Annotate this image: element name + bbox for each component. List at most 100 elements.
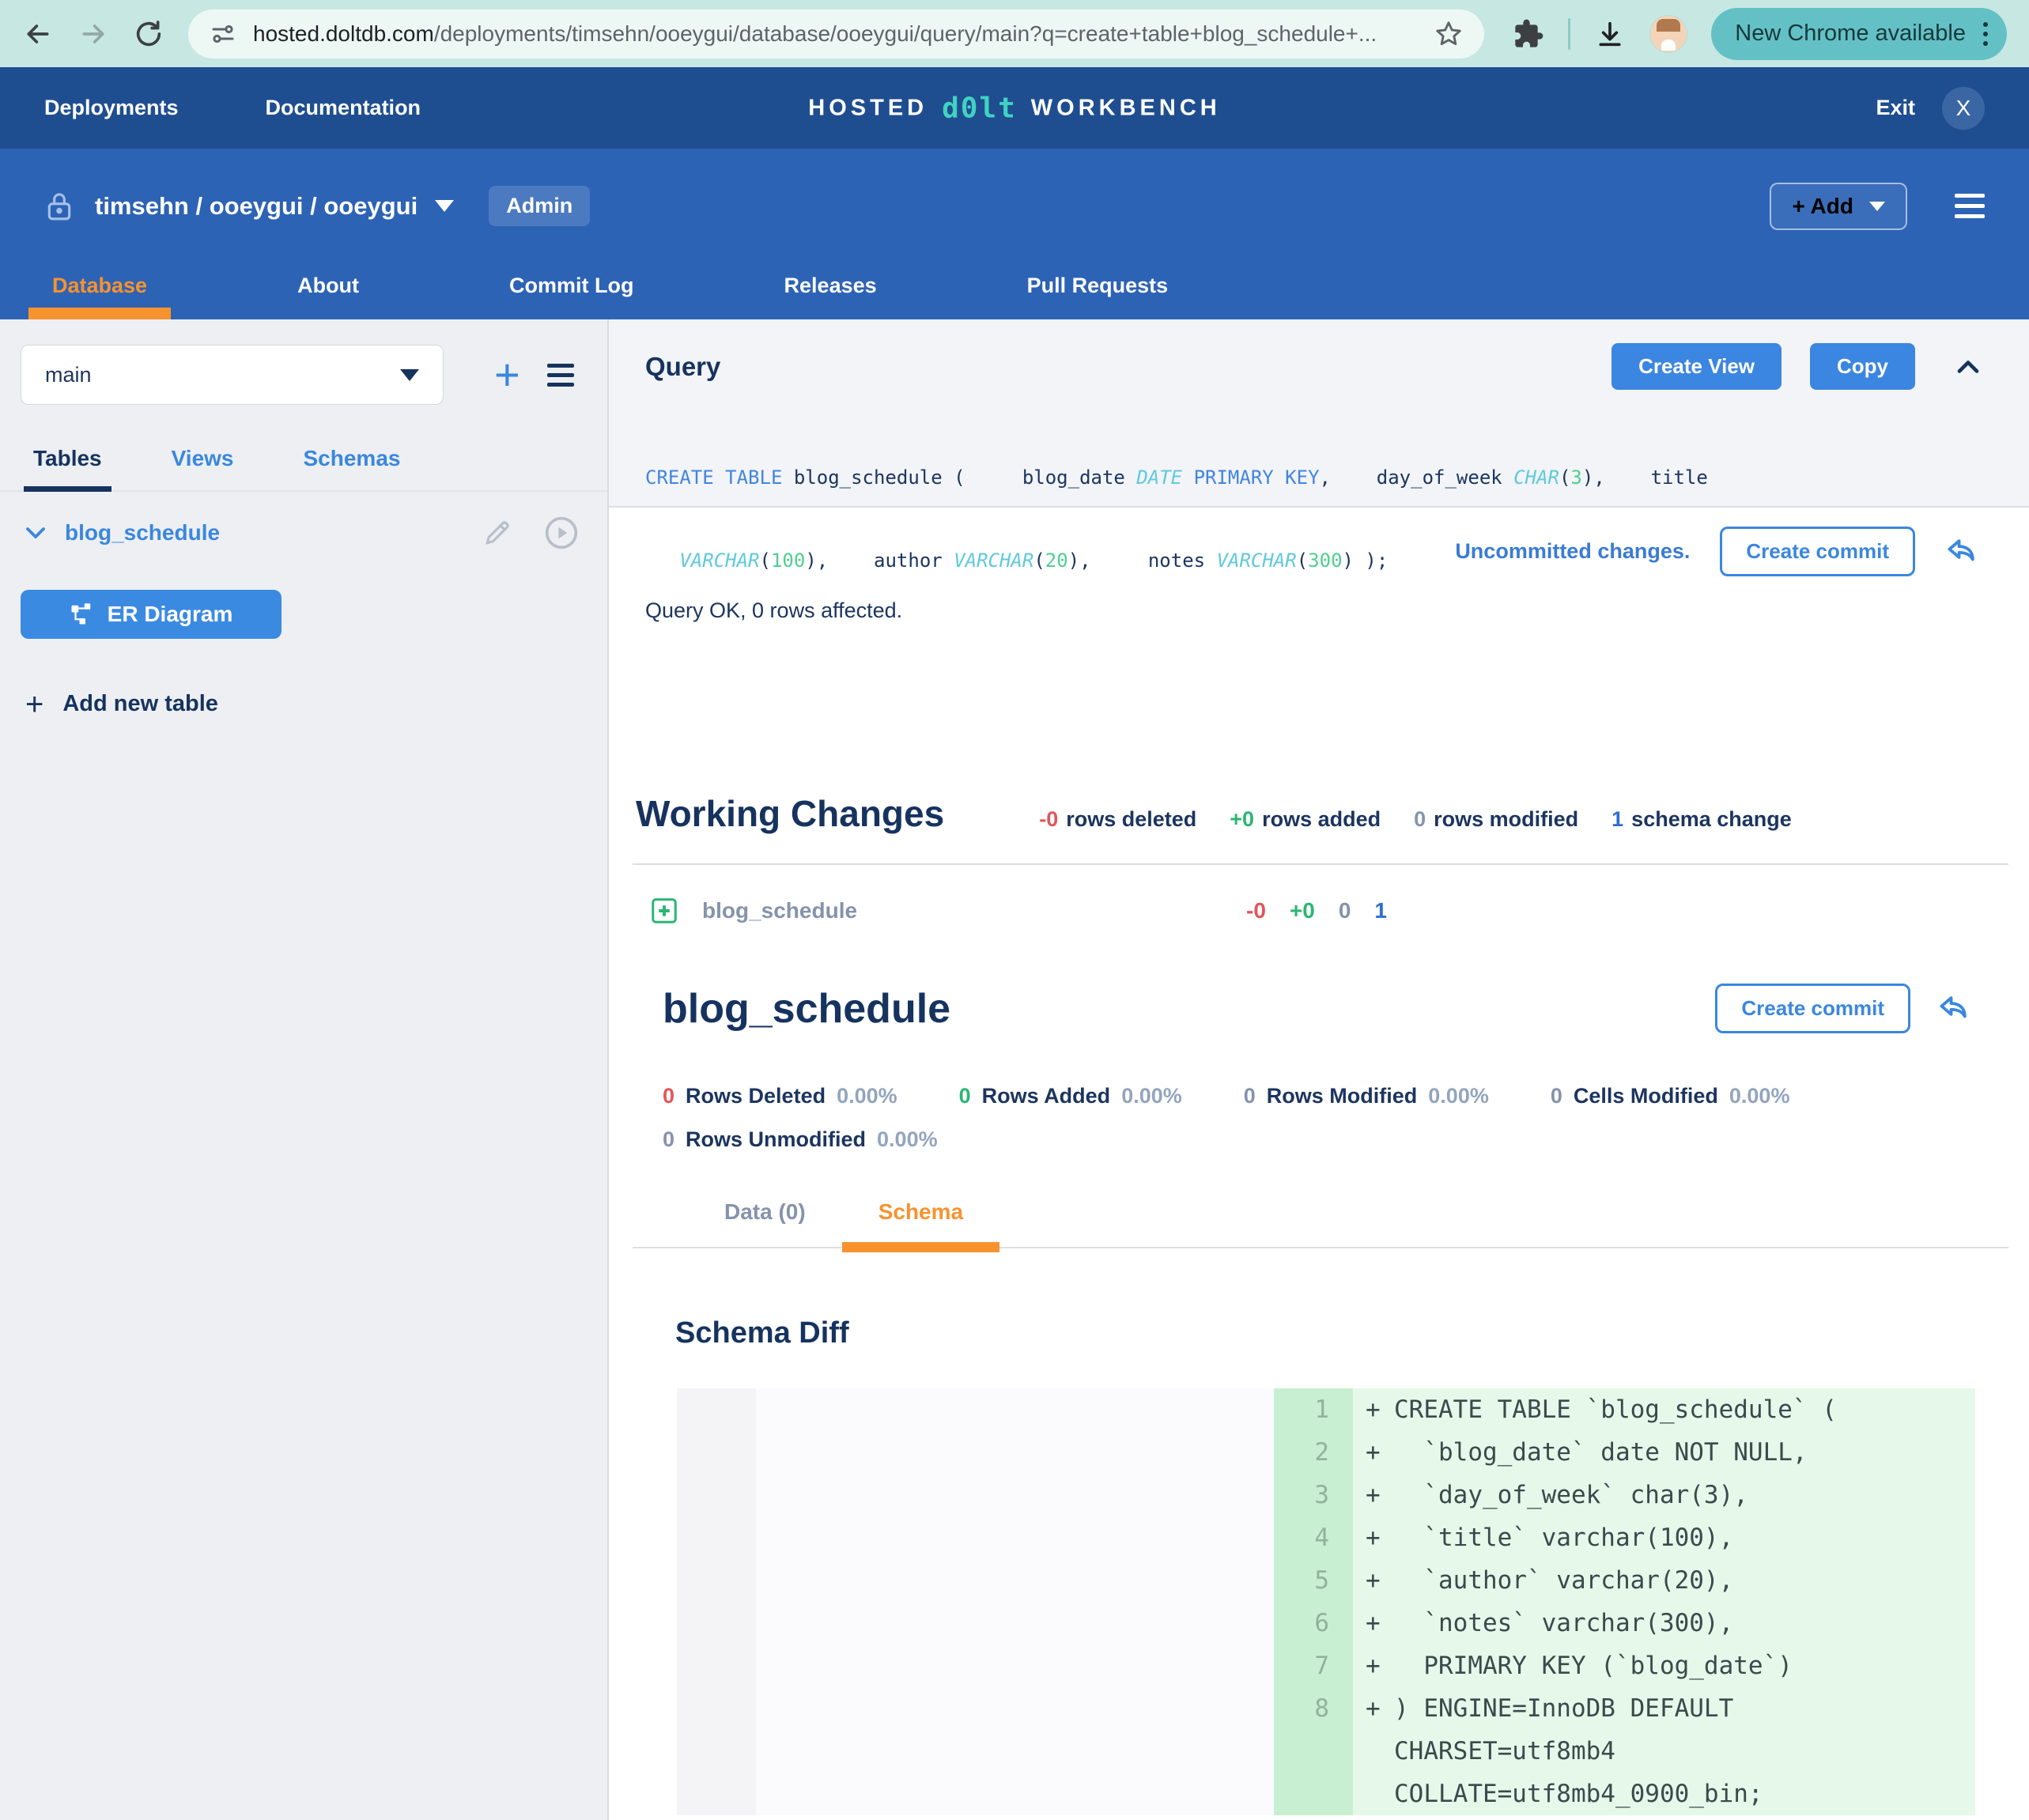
diff-line-number: 3 bbox=[1274, 1474, 1353, 1516]
browser-actions: New Chrome available bbox=[1513, 8, 2007, 60]
er-diagram-label: ER Diagram bbox=[108, 602, 233, 627]
tab-tables[interactable]: Tables bbox=[24, 446, 111, 490]
sql-token: ( bbox=[760, 549, 771, 572]
diff-line-number: 8 bbox=[1274, 1687, 1353, 1815]
add-new-table-button[interactable]: + Add new table bbox=[25, 691, 607, 717]
browser-menu-icon[interactable] bbox=[1983, 22, 1988, 46]
profile-avatar[interactable] bbox=[1649, 15, 1687, 53]
sql-token: blog_schedule ( bbox=[782, 466, 965, 489]
add-button[interactable]: + Add bbox=[1770, 183, 1907, 230]
tab-database[interactable]: Database bbox=[28, 252, 171, 319]
sql-token: 100 bbox=[771, 549, 805, 572]
stat-percent: 0.00% bbox=[1729, 1084, 1790, 1108]
rows-modified-label: rows modified bbox=[1434, 807, 1578, 831]
admin-badge: Admin bbox=[489, 186, 590, 226]
new-branch-button[interactable]: + bbox=[494, 359, 520, 391]
diff-old-body bbox=[756, 1388, 1274, 1815]
url-bar[interactable]: hosted.doltdb.com/deployments/timsehn/oo… bbox=[188, 9, 1484, 59]
sql-token bbox=[1091, 549, 1148, 572]
sql-token: ), bbox=[805, 549, 828, 572]
site-settings-icon[interactable] bbox=[209, 20, 237, 48]
chrome-update-button[interactable]: New Chrome available bbox=[1711, 8, 2007, 60]
nav-documentation-link[interactable]: Documentation bbox=[266, 96, 421, 120]
tab-about[interactable]: About bbox=[274, 252, 383, 319]
summary-rows-modified: 0rows modified bbox=[1414, 807, 1578, 832]
collapse-query-icon[interactable] bbox=[1955, 358, 1982, 376]
diff-line-code: `blog_date` date NOT NULL, bbox=[1394, 1431, 1975, 1474]
stat-label: Rows Added bbox=[982, 1084, 1111, 1108]
er-diagram-button[interactable]: ER Diagram bbox=[21, 590, 281, 639]
bookmark-star-icon[interactable] bbox=[1434, 19, 1464, 49]
tab-pull-requests[interactable]: Pull Requests bbox=[1003, 252, 1192, 319]
diff-line-code: `author` varchar(20), bbox=[1394, 1559, 1975, 1602]
create-commit-button[interactable]: Create commit bbox=[1720, 527, 1915, 576]
diff-line: 1+CREATE TABLE `blog_schedule` ( bbox=[1274, 1388, 1975, 1431]
diff-line: 3+ `day_of_week` char(3), bbox=[1274, 1474, 1975, 1516]
tab-views[interactable]: Views bbox=[162, 446, 244, 490]
summary-rows-added: +0rows added bbox=[1230, 807, 1381, 832]
table-diff-section: blog_schedule Create commit 0Rows Delete… bbox=[633, 984, 2008, 1815]
run-table-icon[interactable] bbox=[544, 515, 579, 550]
undo-icon[interactable] bbox=[1937, 994, 1970, 1024]
chevron-down-icon[interactable] bbox=[24, 525, 47, 541]
stat-cells-modified: 0Cells Modified0.00% bbox=[1551, 1084, 1790, 1108]
diff-line-code: `notes` varchar(300), bbox=[1394, 1602, 1975, 1644]
diff-line-number: 2 bbox=[1274, 1431, 1353, 1474]
summary-rows-deleted: -0rows deleted bbox=[1039, 807, 1196, 832]
url-domain: hosted.doltdb.com bbox=[253, 21, 434, 46]
sql-token: ), bbox=[1068, 549, 1091, 572]
stat-percent: 0.00% bbox=[1121, 1084, 1182, 1108]
sidebar-table-item[interactable]: blog_schedule bbox=[0, 515, 607, 550]
copy-button[interactable]: Copy bbox=[1810, 343, 1915, 390]
download-icon[interactable] bbox=[1594, 18, 1626, 50]
sql-token: ) ); bbox=[1343, 549, 1389, 572]
working-changes-table-row[interactable]: blog_schedule -0 +0 0 1 bbox=[633, 897, 2008, 925]
edit-table-icon[interactable] bbox=[482, 518, 512, 548]
create-commit-button-table[interactable]: Create commit bbox=[1715, 984, 1910, 1033]
back-icon[interactable] bbox=[22, 18, 54, 50]
sidebar-table-name[interactable]: blog_schedule bbox=[65, 520, 220, 546]
sql-token bbox=[645, 549, 679, 572]
sql-token: 3 bbox=[1570, 466, 1581, 489]
close-workbench-button[interactable]: X bbox=[1942, 87, 1985, 130]
diff-line-number: 7 bbox=[1274, 1644, 1353, 1687]
diff-line-code: `title` varchar(100), bbox=[1394, 1516, 1975, 1559]
diff-line: 6+ `notes` varchar(300), bbox=[1274, 1602, 1975, 1644]
header-menu-icon[interactable] bbox=[1955, 194, 1985, 218]
exit-link[interactable]: Exit bbox=[1876, 96, 1915, 120]
tab-data[interactable]: Data (0) bbox=[688, 1199, 842, 1247]
sql-token: VARCHAR bbox=[1217, 549, 1297, 572]
diff-line-sign: + bbox=[1353, 1388, 1394, 1431]
rows-deleted-label: rows deleted bbox=[1066, 807, 1196, 831]
breadcrumb-caret-icon[interactable] bbox=[435, 200, 454, 212]
sidebar-tabs: Tables Views Schemas bbox=[0, 446, 607, 492]
er-diagram-icon bbox=[70, 602, 93, 626]
diff-line-code: PRIMARY KEY (`blog_date`) bbox=[1394, 1644, 1975, 1687]
undo-icon[interactable] bbox=[1945, 537, 1978, 567]
branch-selector[interactable]: main bbox=[21, 345, 444, 405]
row-added-count: +0 bbox=[1290, 898, 1315, 923]
diff-line-sign: + bbox=[1353, 1602, 1394, 1644]
create-view-button[interactable]: Create View bbox=[1611, 343, 1782, 390]
nav-deployments-link[interactable]: Deployments bbox=[44, 96, 179, 120]
diff-line-number: 6 bbox=[1274, 1602, 1353, 1644]
query-result-message: Query OK, 0 rows affected. bbox=[609, 576, 2029, 623]
sidebar-menu-icon[interactable] bbox=[547, 364, 574, 387]
changed-table-stats: -0 +0 0 1 bbox=[1246, 898, 1387, 923]
tab-schema[interactable]: Schema bbox=[842, 1199, 999, 1247]
table-stats-row-2: 0Rows Unmodified0.00% bbox=[633, 1127, 2008, 1152]
forward-icon[interactable] bbox=[77, 18, 109, 50]
diff-line: 8+) ENGINE=InnoDB DEFAULT CHARSET=utf8mb… bbox=[1274, 1687, 1975, 1815]
tab-commit-log[interactable]: Commit Log bbox=[486, 252, 657, 319]
reload-icon[interactable] bbox=[133, 18, 164, 50]
tab-schemas[interactable]: Schemas bbox=[294, 446, 410, 490]
changed-table-name[interactable]: blog_schedule bbox=[702, 898, 1246, 923]
diff-line-sign: + bbox=[1353, 1687, 1394, 1815]
breadcrumb[interactable]: timsehn / ooeygui / ooeygui bbox=[95, 192, 418, 221]
diff-line-code: ) ENGINE=InnoDB DEFAULT CHARSET=utf8mb4 … bbox=[1394, 1687, 1975, 1815]
plus-icon: + bbox=[25, 693, 43, 716]
tab-releases[interactable]: Releases bbox=[761, 252, 901, 319]
extensions-icon[interactable] bbox=[1513, 18, 1544, 50]
stat-label: Rows Unmodified bbox=[686, 1127, 866, 1151]
branch-name: main bbox=[45, 363, 92, 387]
